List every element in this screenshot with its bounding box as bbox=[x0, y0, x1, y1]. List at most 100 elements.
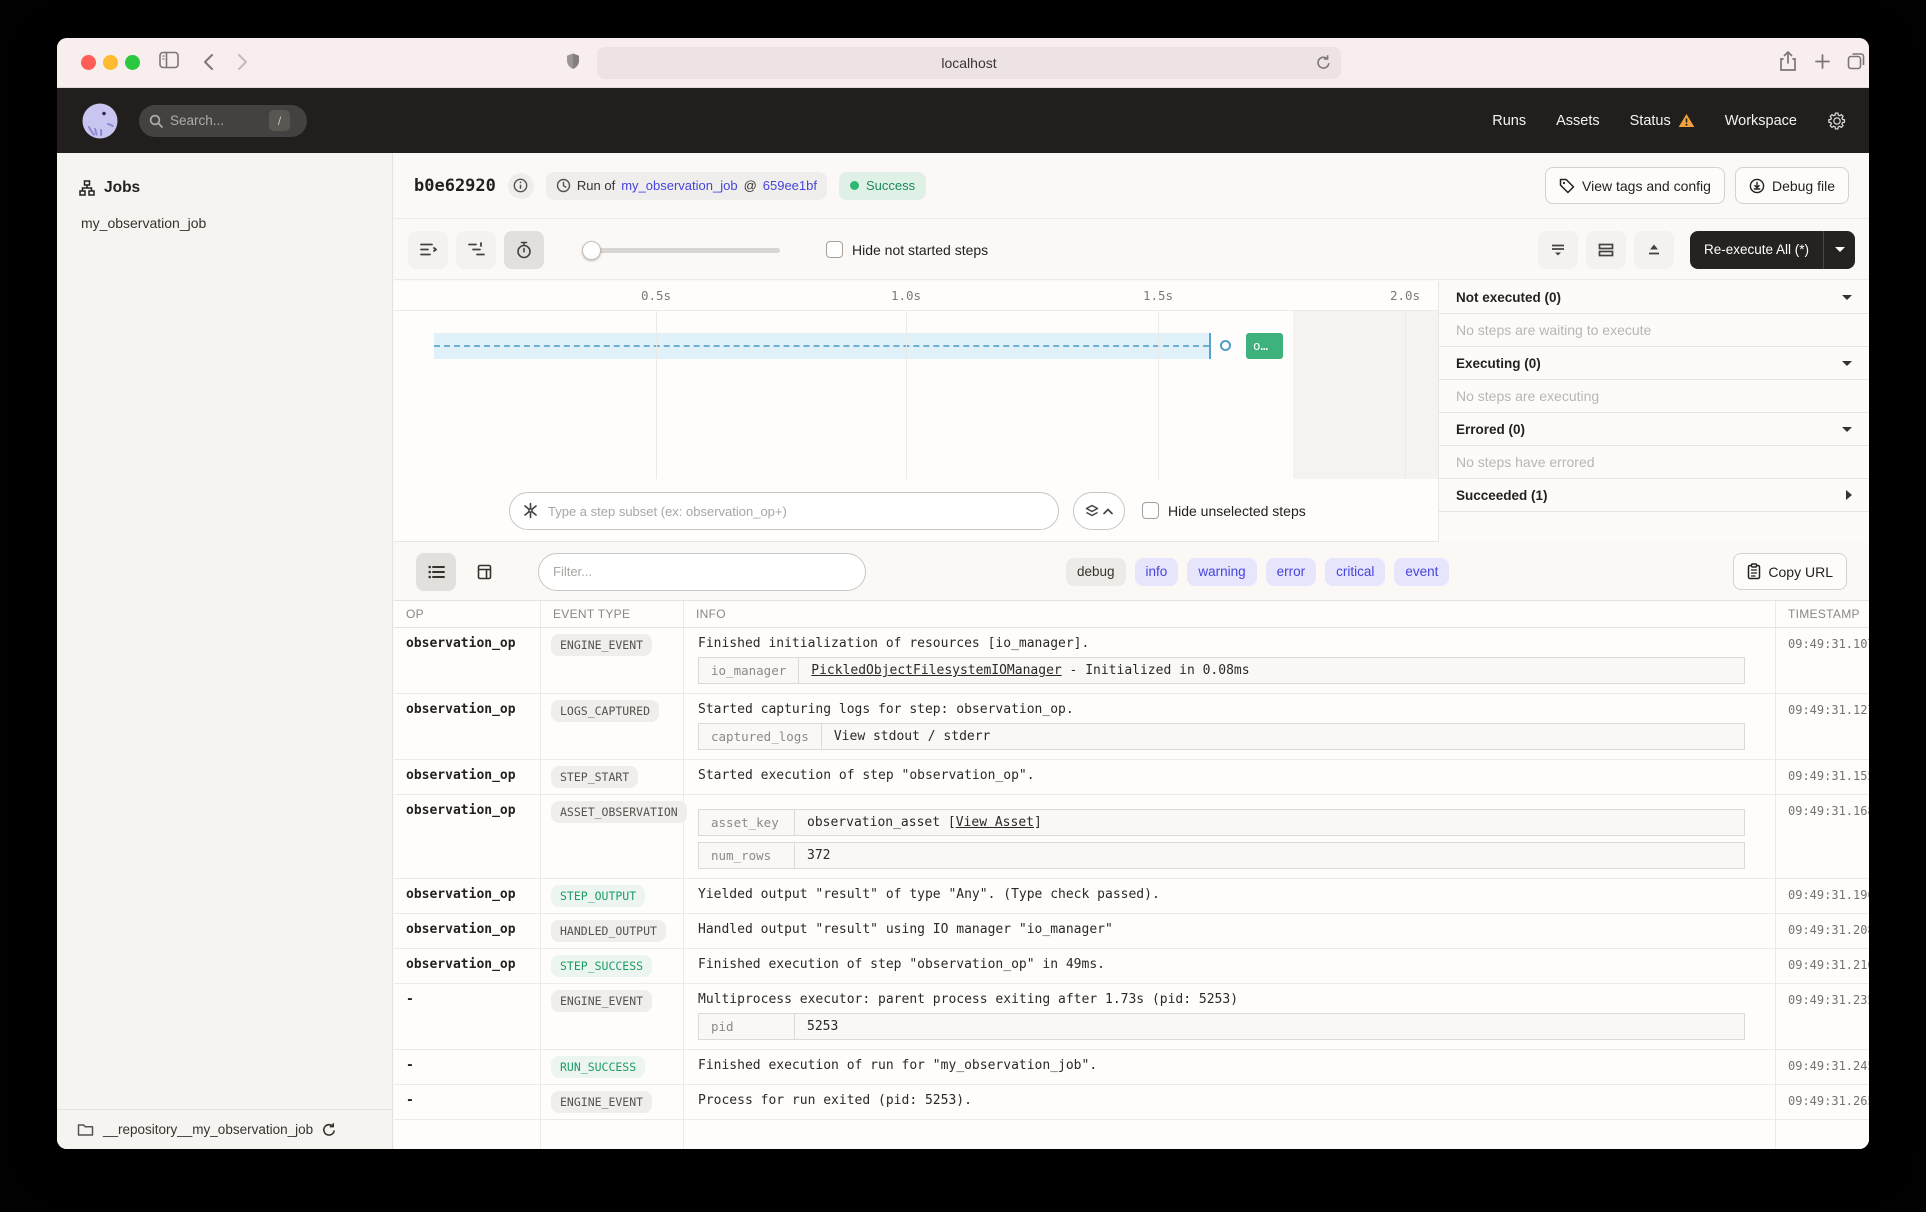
chevron-down-icon[interactable] bbox=[1842, 295, 1852, 300]
split-panels-icon[interactable] bbox=[1586, 231, 1626, 269]
metadata-value: PickledObjectFilesystemIOManager - Initi… bbox=[799, 658, 1261, 683]
metadata-key: io_manager bbox=[699, 658, 799, 683]
share-icon[interactable] bbox=[1779, 51, 1797, 72]
graph-query-toggle-button[interactable] bbox=[1073, 492, 1125, 530]
search-input[interactable] bbox=[170, 113, 262, 128]
download-icon bbox=[1749, 178, 1765, 194]
status-section-header[interactable]: Not executed (0) bbox=[1439, 281, 1869, 314]
log-level-chip-event[interactable]: event bbox=[1394, 558, 1449, 586]
tab-overview-icon[interactable] bbox=[1847, 52, 1865, 70]
gantt-gridline bbox=[1158, 311, 1159, 479]
log-level-chip-info[interactable]: info bbox=[1135, 558, 1179, 586]
collapse-panel-down-icon[interactable] bbox=[1538, 231, 1578, 269]
debug-file-button[interactable]: Debug file bbox=[1735, 167, 1849, 204]
app-header: / Runs Assets Status Workspace bbox=[57, 88, 1869, 153]
log-timestamp-cell: 09:49:31.245 bbox=[1775, 1050, 1869, 1084]
run-info-icon[interactable] bbox=[508, 173, 534, 199]
forward-icon[interactable] bbox=[237, 53, 249, 71]
new-tab-icon[interactable] bbox=[1815, 54, 1830, 69]
nav-item-workspace[interactable]: Workspace bbox=[1725, 113, 1797, 129]
table-row: observation_opSTEP_STARTStarted executio… bbox=[394, 760, 1869, 795]
commit-link[interactable]: 659ee1bf bbox=[763, 178, 817, 193]
chevron-right-icon[interactable] bbox=[1846, 490, 1852, 500]
close-window-button[interactable] bbox=[81, 55, 96, 70]
chevron-down-icon[interactable] bbox=[1842, 427, 1852, 432]
slider-knob[interactable] bbox=[582, 241, 601, 260]
reexecute-dropdown-caret[interactable] bbox=[1823, 231, 1855, 269]
status-section-message: No steps have errored bbox=[1439, 446, 1869, 479]
layers-icon bbox=[1085, 504, 1099, 518]
run-of-label: Run of bbox=[577, 178, 615, 193]
gantt-tick-label: 0.5s bbox=[641, 288, 671, 303]
table-row: observation_opHANDLED_OUTPUTHandled outp… bbox=[394, 914, 1869, 949]
back-icon[interactable] bbox=[202, 53, 214, 71]
nav-item-assets[interactable]: Assets bbox=[1556, 113, 1600, 129]
flatten-run-graph-icon[interactable] bbox=[408, 231, 448, 269]
reexecute-all-label[interactable]: Re-execute All (*) bbox=[1690, 231, 1823, 269]
metadata-link[interactable]: PickledObjectFilesystemIOManager bbox=[811, 663, 1061, 678]
log-info-cell: Process for run exited (pid: 5253). bbox=[684, 1085, 1775, 1119]
metadata-link[interactable]: View Asset bbox=[956, 815, 1034, 830]
log-info-cell: Started capturing logs for step: observa… bbox=[684, 694, 1775, 759]
copy-url-button[interactable]: Copy URL bbox=[1733, 553, 1847, 590]
structured-view-icon[interactable] bbox=[464, 553, 504, 591]
app-nav: Runs Assets Status Workspace bbox=[1492, 111, 1847, 131]
status-section-header[interactable]: Succeeded (1) bbox=[1439, 479, 1869, 512]
nav-item-status[interactable]: Status bbox=[1630, 113, 1695, 129]
metadata-entry: num_rows372 bbox=[698, 842, 1745, 869]
gantt-step-box[interactable]: o… bbox=[1246, 333, 1283, 359]
success-dot-icon bbox=[850, 181, 859, 190]
repository-name: __repository__my_observation_job bbox=[103, 1122, 313, 1137]
status-section-header[interactable]: Errored (0) bbox=[1439, 413, 1869, 446]
status-message-text: No steps are executing bbox=[1456, 388, 1599, 404]
metadata-value: View stdout / stderr bbox=[822, 724, 1003, 749]
table-row: observation_opLOGS_CAPTUREDStarted captu… bbox=[394, 694, 1869, 760]
log-event-type-cell: ENGINE_EVENT bbox=[541, 1085, 684, 1119]
waterfall-layout-icon[interactable] bbox=[456, 231, 496, 269]
log-event-type-cell: HANDLED_OUTPUT bbox=[541, 914, 684, 948]
privacy-shield-icon[interactable] bbox=[565, 52, 581, 71]
view-tags-config-button[interactable]: View tags and config bbox=[1545, 167, 1725, 204]
metadata-text: observation_asset [ bbox=[807, 815, 956, 830]
log-level-chip-debug[interactable]: debug bbox=[1066, 558, 1126, 586]
log-table: OP EVENT TYPE INFO TIMESTAMP observation… bbox=[394, 600, 1869, 1149]
metadata-text: - Initialized in 0.08ms bbox=[1062, 663, 1250, 678]
global-search[interactable]: / bbox=[139, 105, 307, 137]
hide-unselected-checkbox[interactable] bbox=[1142, 502, 1159, 519]
column-header-timestamp: TIMESTAMP bbox=[1775, 601, 1869, 627]
expand-panel-up-icon[interactable] bbox=[1634, 231, 1674, 269]
chevron-down-icon[interactable] bbox=[1842, 361, 1852, 366]
sidebar-toggle-icon[interactable] bbox=[159, 51, 179, 69]
log-op-cell: observation_op bbox=[394, 949, 541, 983]
at-symbol: @ bbox=[744, 178, 757, 193]
status-section-header[interactable]: Executing (0) bbox=[1439, 347, 1869, 380]
zoom-slider[interactable] bbox=[582, 231, 780, 269]
reexecute-all-button[interactable]: Re-execute All (*) bbox=[1690, 231, 1855, 269]
hide-not-started-checkbox[interactable] bbox=[826, 241, 843, 258]
metadata-entry: io_managerPickledObjectFilesystemIOManag… bbox=[698, 657, 1745, 684]
minimize-window-button[interactable] bbox=[103, 55, 118, 70]
slider-track[interactable] bbox=[582, 248, 780, 253]
gantt-asset-marker-icon[interactable] bbox=[1220, 340, 1231, 351]
log-timestamp-cell: 09:49:31.155 bbox=[1775, 760, 1869, 794]
nav-item-runs[interactable]: Runs bbox=[1492, 113, 1526, 129]
sidebar-item-job[interactable]: my_observation_job bbox=[81, 215, 206, 231]
log-info-cell: Finished execution of step "observation_… bbox=[684, 949, 1775, 983]
job-link[interactable]: my_observation_job bbox=[621, 178, 737, 193]
reload-icon[interactable] bbox=[1316, 54, 1331, 71]
reload-repository-icon[interactable] bbox=[322, 1122, 336, 1137]
stream-view-icon[interactable] bbox=[416, 553, 456, 591]
step-subset-input[interactable] bbox=[509, 492, 1059, 530]
zoom-window-button[interactable] bbox=[125, 55, 140, 70]
log-info-cell: Yielded output "result" of type "Any". (… bbox=[684, 879, 1775, 913]
address-bar[interactable]: localhost bbox=[597, 47, 1341, 79]
log-level-chip-warning[interactable]: warning bbox=[1187, 558, 1256, 586]
log-timestamp-cell: 09:49:31.168 bbox=[1775, 795, 1869, 878]
log-filter-input[interactable] bbox=[538, 553, 866, 591]
log-info-cell: Started execution of step "observation_o… bbox=[684, 760, 1775, 794]
dagster-logo[interactable] bbox=[79, 100, 121, 142]
log-level-chip-critical[interactable]: critical bbox=[1325, 558, 1385, 586]
settings-gear-icon[interactable] bbox=[1827, 111, 1847, 131]
log-level-chip-error[interactable]: error bbox=[1266, 558, 1317, 586]
timed-layout-icon[interactable] bbox=[504, 231, 544, 269]
